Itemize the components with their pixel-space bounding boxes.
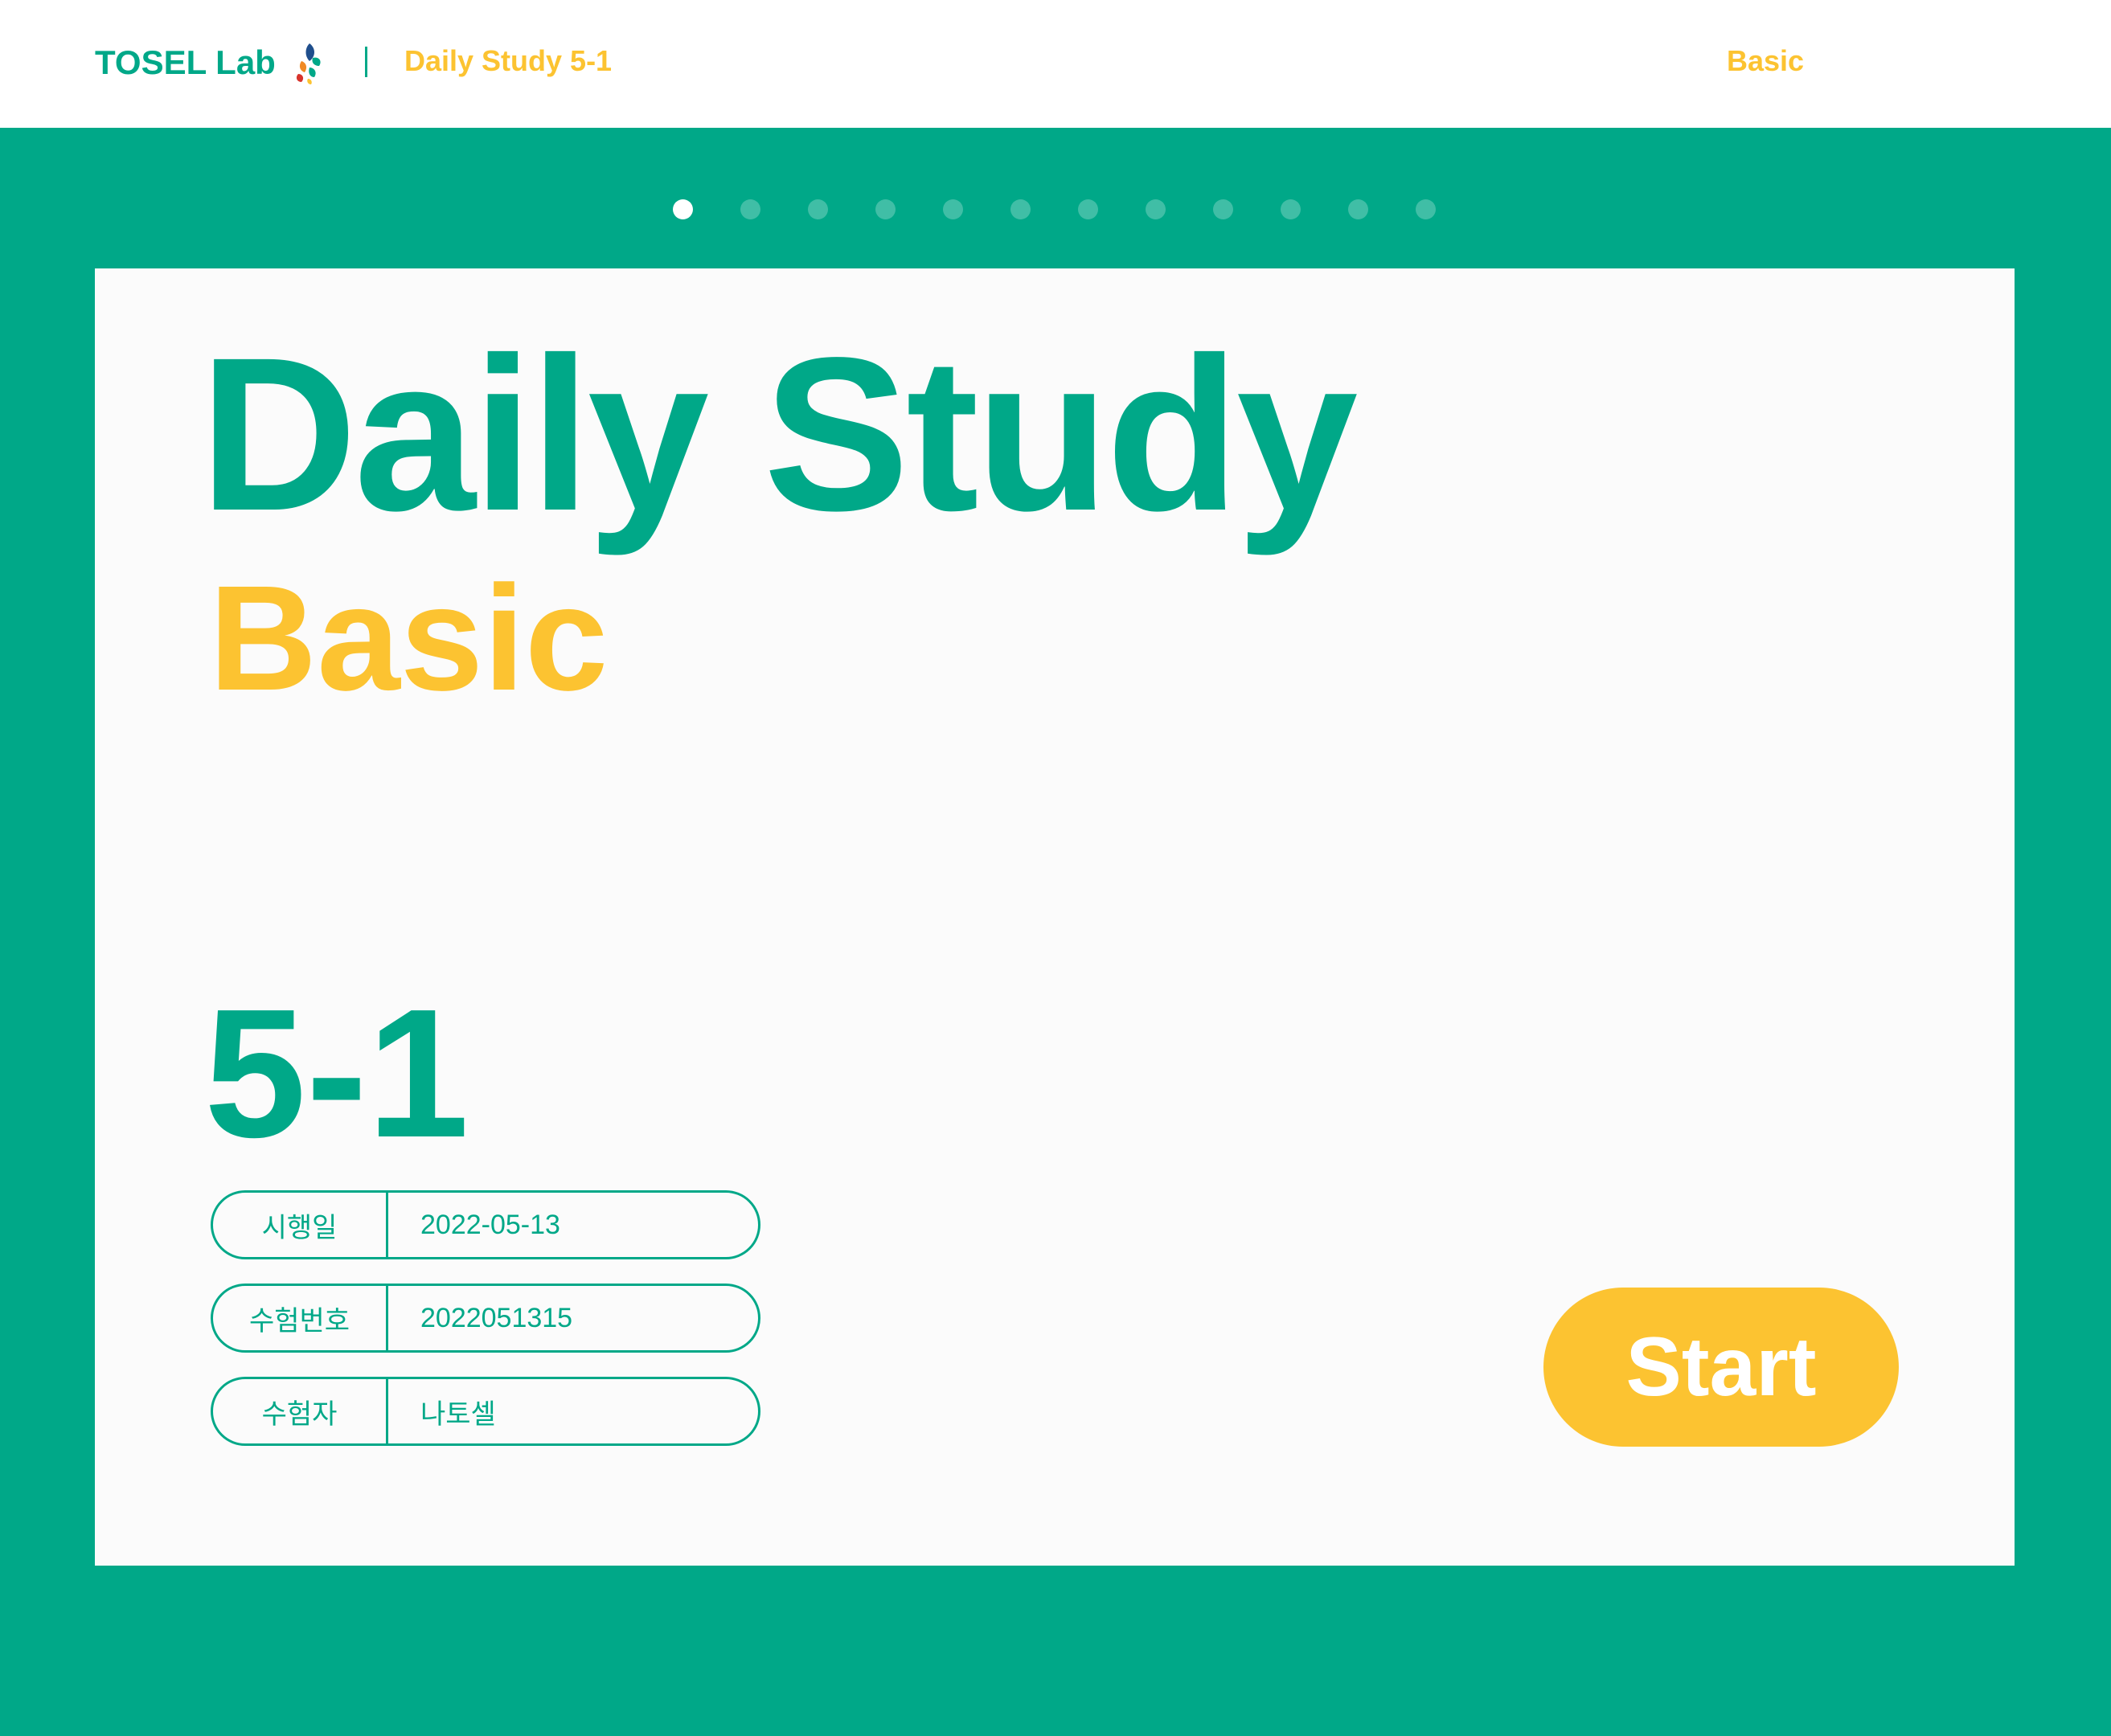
info-row-exam-number: 수험번호 2022051315 xyxy=(211,1284,760,1353)
info-value: 2022-05-13 xyxy=(420,1209,560,1240)
info-label: 수험번호 xyxy=(213,1286,388,1350)
breadcrumb: Daily Study 5-1 xyxy=(404,44,613,77)
page-dot-9[interactable] xyxy=(1213,199,1233,219)
study-number: 5-1 xyxy=(204,972,469,1176)
study-card: Daily Study Basic 5-1 시행일 2022-05-13 수험번… xyxy=(95,268,2015,1566)
page-dot-8[interactable] xyxy=(1146,199,1166,219)
level-label: Basic xyxy=(209,555,609,722)
start-button[interactable]: Start xyxy=(1543,1288,1899,1447)
page-dot-5[interactable] xyxy=(943,199,963,219)
header-divider xyxy=(365,47,367,77)
brand-name: TOSEL Lab xyxy=(95,43,276,81)
top-bar: TOSEL Lab Daily Study 5-1 Basic xyxy=(0,0,2111,128)
page-dot-2[interactable] xyxy=(740,199,760,219)
info-label: 시행일 xyxy=(213,1193,388,1257)
brand[interactable]: TOSEL Lab xyxy=(95,42,324,84)
page-dot-6[interactable] xyxy=(1010,199,1031,219)
page-dot-3[interactable] xyxy=(808,199,828,219)
leaf-logo-icon xyxy=(296,43,321,84)
level-link[interactable]: Basic xyxy=(1727,44,1804,78)
info-row-examinee: 수험자 나토셀 xyxy=(211,1377,760,1446)
page-dot-1[interactable] xyxy=(673,199,693,219)
info-row-date: 시행일 2022-05-13 xyxy=(211,1190,760,1259)
page-title: Daily Study xyxy=(199,312,1358,556)
page-dot-12[interactable] xyxy=(1416,199,1436,219)
page-indicator xyxy=(673,199,1436,219)
info-label: 수험자 xyxy=(213,1379,388,1443)
page-dot-4[interactable] xyxy=(875,199,896,219)
page-dot-11[interactable] xyxy=(1348,199,1368,219)
page-dot-7[interactable] xyxy=(1078,199,1098,219)
info-value: 나토셀 xyxy=(420,1398,496,1430)
page-dot-10[interactable] xyxy=(1281,199,1301,219)
info-value: 2022051315 xyxy=(420,1302,573,1333)
